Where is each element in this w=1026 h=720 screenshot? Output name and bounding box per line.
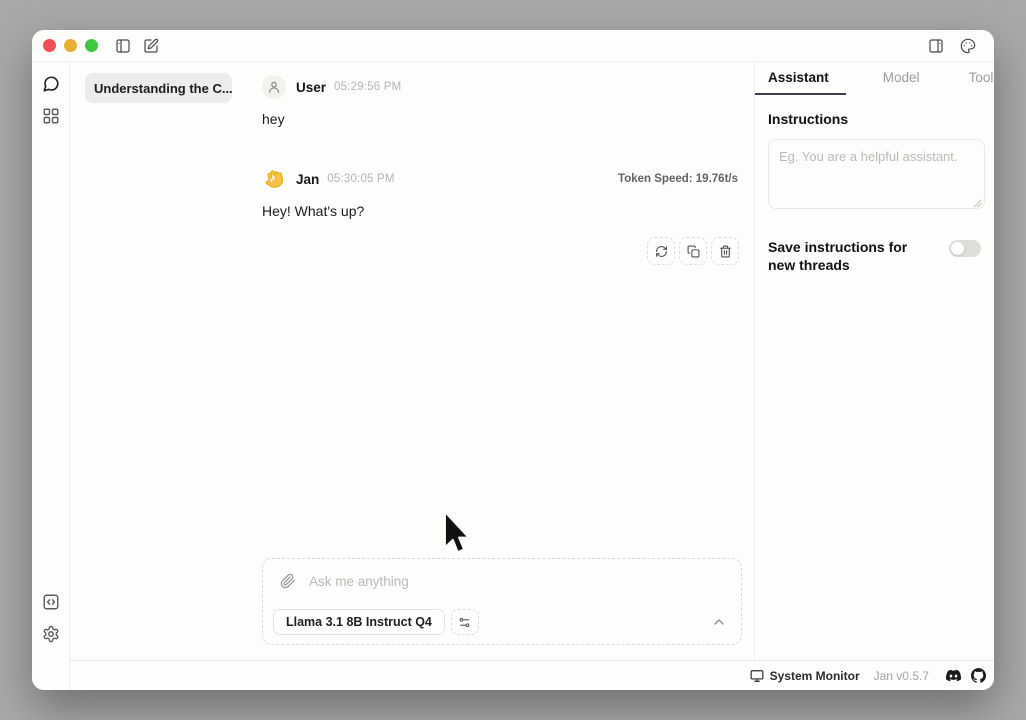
jan-wave-avatar-icon bbox=[262, 167, 286, 191]
jan-app-window: Understanding the C... User 05:29:56 PM … bbox=[32, 30, 994, 690]
tab-model[interactable]: Model bbox=[883, 62, 920, 95]
thread-list: Understanding the C... bbox=[70, 62, 248, 660]
user-avatar-icon bbox=[262, 75, 286, 99]
delete-button[interactable] bbox=[711, 237, 739, 265]
assistant-message-text: Hey! What's up? bbox=[248, 203, 754, 219]
toggle-knob bbox=[951, 242, 964, 255]
close-button[interactable] bbox=[43, 39, 56, 52]
model-selector-button[interactable]: Llama 3.1 8B Instruct Q4 bbox=[273, 609, 445, 635]
instructions-label: Instructions bbox=[768, 111, 981, 127]
theme-palette-icon[interactable] bbox=[960, 38, 976, 54]
tab-assistant[interactable]: Assistant bbox=[755, 62, 846, 95]
threads-icon[interactable] bbox=[42, 75, 60, 93]
message-timestamp: 05:29:56 PM bbox=[334, 81, 401, 93]
panel-right-icon[interactable] bbox=[928, 38, 944, 54]
user-message-header: User 05:29:56 PM bbox=[248, 75, 754, 99]
token-speed: Token Speed: 19.76t/s bbox=[618, 173, 738, 185]
monitor-icon bbox=[750, 669, 764, 683]
save-instructions-toggle[interactable] bbox=[949, 240, 981, 257]
model-settings-button[interactable] bbox=[451, 609, 479, 635]
regenerate-button[interactable] bbox=[647, 237, 675, 265]
message-actions bbox=[248, 237, 754, 265]
message-author: User bbox=[296, 80, 326, 95]
system-monitor-button[interactable]: System Monitor bbox=[750, 669, 860, 683]
traffic-lights bbox=[43, 39, 98, 52]
model-selector-label: Llama 3.1 8B Instruct Q4 bbox=[286, 615, 432, 629]
message-timestamp: 05:30:05 PM bbox=[327, 173, 394, 185]
instructions-textarea[interactable] bbox=[768, 139, 985, 209]
ask-input[interactable] bbox=[309, 574, 639, 589]
sliders-icon bbox=[458, 616, 471, 629]
thread-item-selected[interactable]: Understanding the C... bbox=[85, 73, 232, 103]
user-message-text: hey bbox=[248, 111, 754, 127]
copy-button[interactable] bbox=[679, 237, 707, 265]
zoom-button[interactable] bbox=[85, 39, 98, 52]
copy-icon bbox=[687, 245, 700, 258]
local-api-server-icon[interactable] bbox=[42, 593, 60, 611]
regenerate-icon bbox=[655, 245, 668, 258]
hub-icon[interactable] bbox=[42, 107, 60, 125]
new-thread-icon[interactable] bbox=[143, 38, 159, 54]
panel-left-icon[interactable] bbox=[115, 38, 131, 54]
attachment-icon[interactable] bbox=[280, 573, 296, 589]
status-bar: System Monitor Jan v0.5.7 bbox=[70, 660, 994, 690]
chat-input-box: Llama 3.1 8B Instruct Q4 bbox=[262, 558, 742, 645]
tab-tools[interactable]: Tools bbox=[969, 62, 994, 95]
right-panel-tabs: Assistant Model Tools bbox=[755, 62, 994, 95]
system-monitor-label: System Monitor bbox=[770, 669, 860, 683]
titlebar bbox=[32, 30, 994, 62]
assistant-message-header: Jan 05:30:05 PM Token Speed: 19.76t/s bbox=[248, 167, 754, 191]
minimize-button[interactable] bbox=[64, 39, 77, 52]
right-panel: Assistant Model Tools Instructions Save … bbox=[755, 62, 994, 660]
app-version: Jan v0.5.7 bbox=[874, 669, 929, 683]
github-icon[interactable] bbox=[971, 668, 986, 683]
discord-icon[interactable] bbox=[946, 668, 961, 683]
left-rail bbox=[32, 62, 70, 690]
delete-icon bbox=[719, 245, 732, 258]
save-instructions-label: Save instructions for new threads bbox=[768, 238, 926, 274]
thread-title: Understanding the C... bbox=[94, 81, 232, 96]
message-author: Jan bbox=[296, 172, 319, 187]
collapse-input-button[interactable] bbox=[711, 614, 727, 630]
settings-gear-icon[interactable] bbox=[42, 625, 60, 643]
